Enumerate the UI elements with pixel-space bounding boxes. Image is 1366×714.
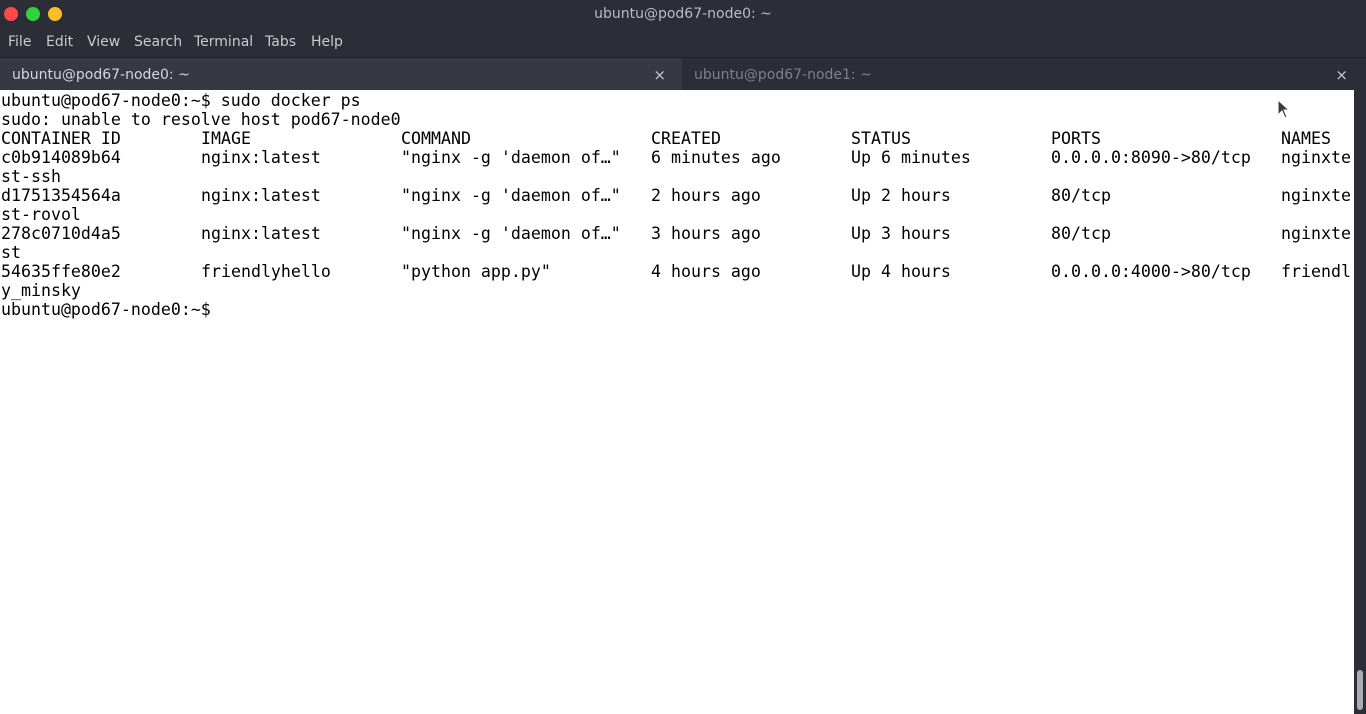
created: 6 minutes ago [651,148,781,167]
created: 2 hours ago [651,186,761,205]
status: Up 2 hours [851,186,951,205]
command: "python app.py" [401,262,551,281]
tab-node0[interactable]: ubuntu@pod67-node0: ~ × [0,58,682,91]
container-id: 278c0710d4a5 [1,224,121,243]
header-status: STATUS [851,129,911,148]
image: friendlyhello [201,262,331,281]
menu-edit[interactable]: Edit [46,34,73,50]
scrollbar-track[interactable] [1354,90,1366,714]
mouse-pointer-icon [1277,99,1291,119]
wrapped-name: st-rovol [1,205,81,224]
table-row: 54635ffe80e2 friendlyhello "python app.p… [1,262,1353,281]
wrapped-name: st-ssh [1,167,61,186]
container-id: d1751354564a [1,186,121,205]
header-created: CREATED [651,129,721,148]
prompt-line: ubuntu@pod67-node0:~$ [1,300,211,319]
tab-node1[interactable]: ubuntu@pod67-node1: ~ × [682,58,1366,91]
table-row: c0b914089b64 nginx:latest "nginx -g 'dae… [1,148,1353,167]
menu-file[interactable]: File [8,34,31,50]
image: nginx:latest [201,224,321,243]
header-container-id: CONTAINER ID [1,129,121,148]
command: "nginx -g 'daemon of…" [401,148,621,167]
header-names: NAMES [1281,129,1331,148]
ports: 0.0.0.0:8090->80/tcp [1051,148,1251,167]
created: 4 hours ago [651,262,761,281]
names: nginxte [1281,148,1351,167]
command: "nginx -g 'daemon of…" [401,224,621,243]
close-tab-icon[interactable]: × [1335,66,1348,84]
wrapped-name: st [1,243,21,262]
menu-bar: File Edit View Search Terminal Tabs Help [0,29,1366,56]
image: nginx:latest [201,148,321,167]
ports: 80/tcp [1051,224,1111,243]
scrollbar-thumb[interactable] [1357,670,1363,710]
ports: 80/tcp [1051,186,1111,205]
names: friendl [1281,262,1351,281]
container-id: c0b914089b64 [1,148,121,167]
menu-terminal[interactable]: Terminal [194,34,253,50]
terminal-output[interactable]: ubuntu@pod67-node0:~$ sudo docker ps sud… [0,90,1354,714]
menu-help[interactable]: Help [311,34,343,50]
table-header: CONTAINER ID IMAGE COMMAND CREATED STATU… [1,129,1353,148]
table-row: 278c0710d4a5 nginx:latest "nginx -g 'dae… [1,224,1353,243]
ports: 0.0.0.0:4000->80/tcp [1051,262,1251,281]
status: Up 4 hours [851,262,951,281]
menu-search[interactable]: Search [134,34,182,50]
tab-bar: ubuntu@pod67-node0: ~ × ubuntu@pod67-nod… [0,57,1366,91]
header-ports: PORTS [1051,129,1101,148]
wrapped-name: y_minsky [1,281,81,300]
names: nginxte [1281,186,1351,205]
command-line: ubuntu@pod67-node0:~$ sudo docker ps [1,91,361,110]
close-tab-icon[interactable]: × [653,66,666,84]
created: 3 hours ago [651,224,761,243]
container-id: 54635ffe80e2 [1,262,121,281]
title-bar: ubuntu@pod67-node0: ~ [0,0,1366,29]
warning-line: sudo: unable to resolve host pod67-node0 [1,110,401,129]
window-title: ubuntu@pod67-node0: ~ [594,6,772,22]
status: Up 3 hours [851,224,951,243]
status: Up 6 minutes [851,148,971,167]
tab-label: ubuntu@pod67-node1: ~ [694,67,872,83]
command: "nginx -g 'daemon of…" [401,186,621,205]
image: nginx:latest [201,186,321,205]
header-image: IMAGE [201,129,251,148]
names: nginxte [1281,224,1351,243]
header-command: COMMAND [401,129,471,148]
menu-tabs[interactable]: Tabs [265,34,296,50]
table-row: d1751354564a nginx:latest "nginx -g 'dae… [1,186,1353,205]
menu-view[interactable]: View [87,34,120,50]
tab-label: ubuntu@pod67-node0: ~ [12,67,190,83]
